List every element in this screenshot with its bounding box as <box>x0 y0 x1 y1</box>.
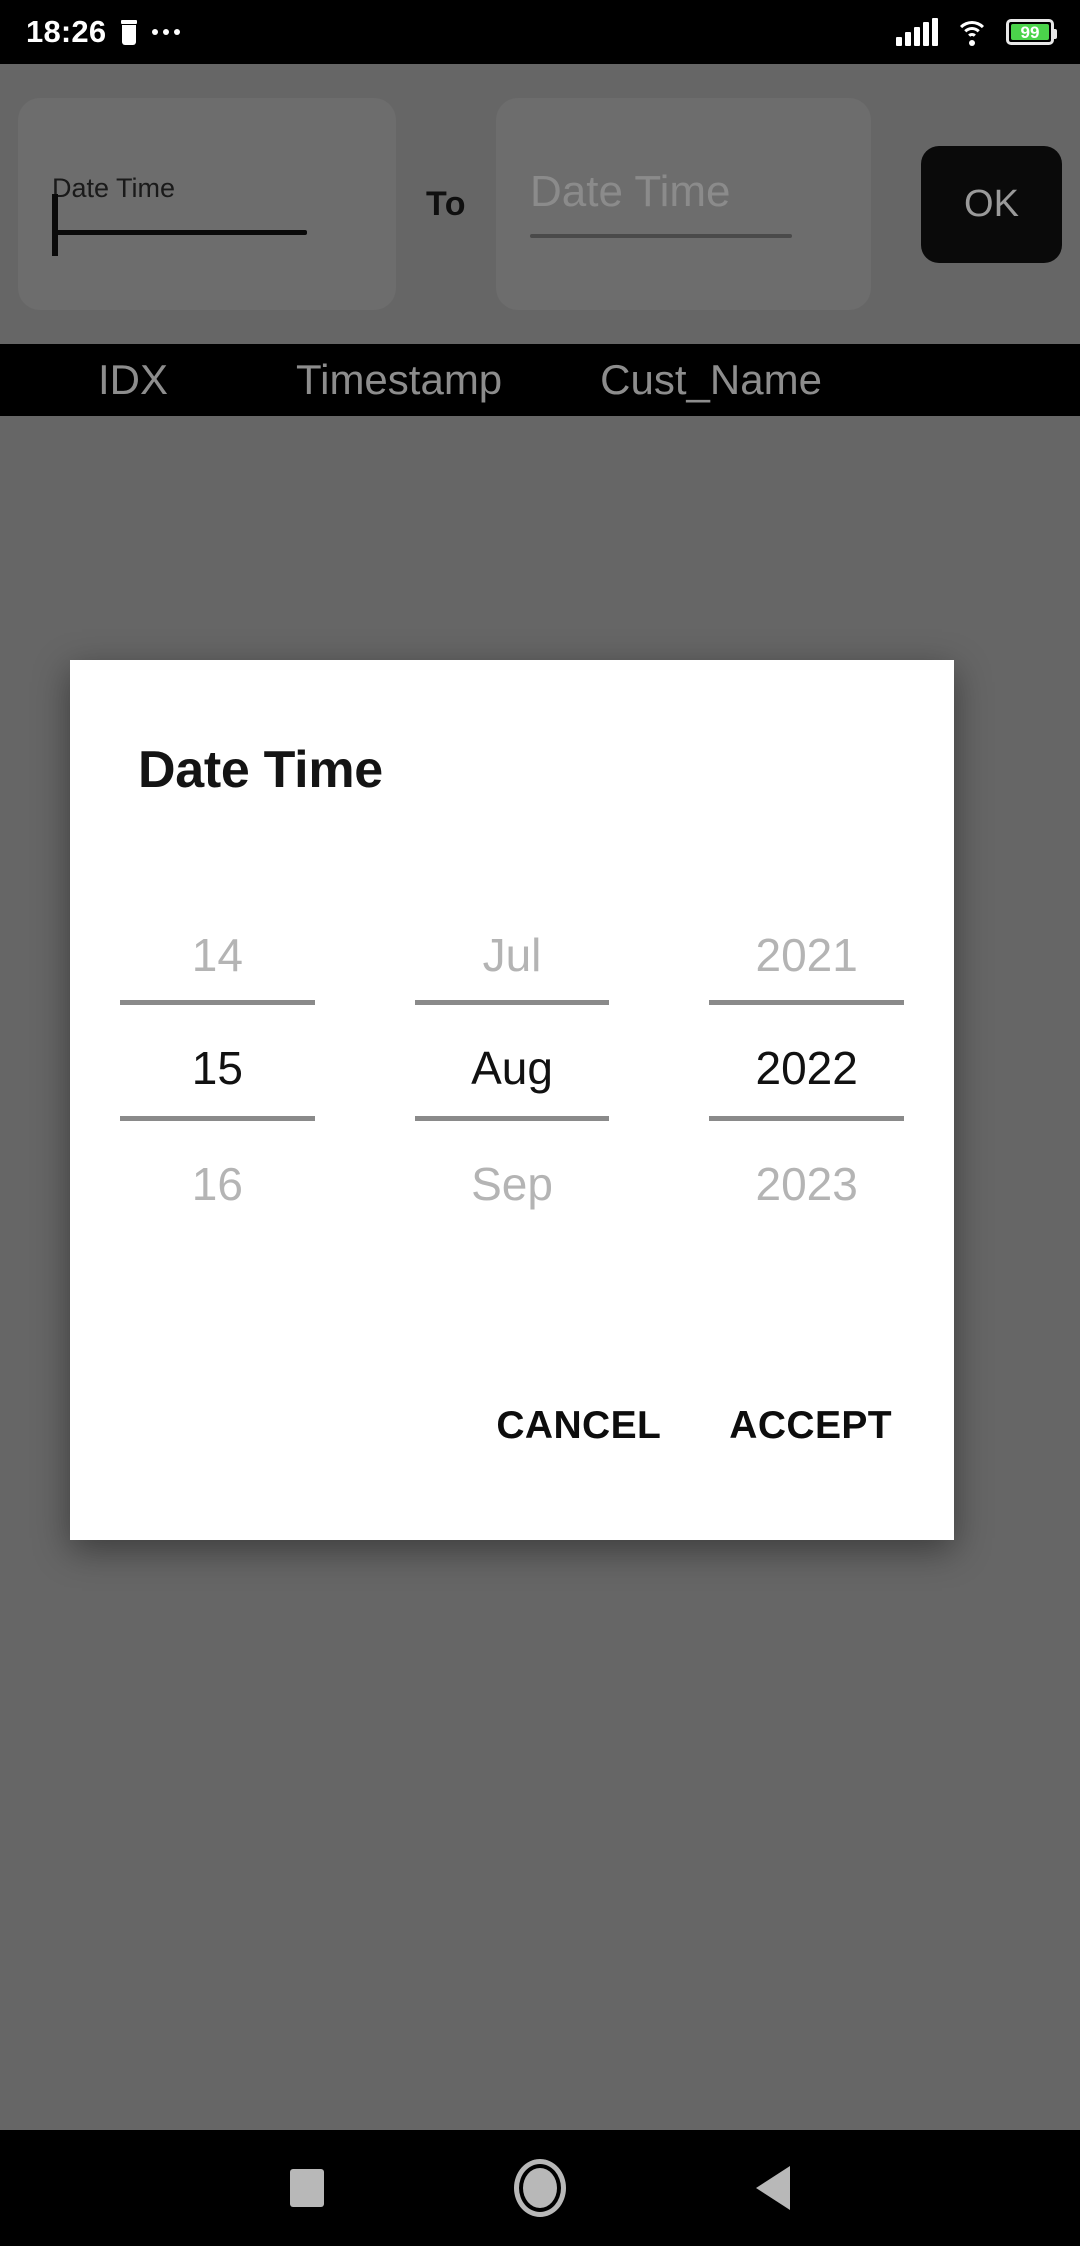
year-selected-value[interactable]: 2022 <box>659 1045 954 1091</box>
date-picker-wheels: 14 15 16 Jul Aug Sep 2021 2022 2023 <box>70 922 954 1252</box>
dialog-title: Date Time <box>138 741 383 799</box>
year-divider-top <box>709 1000 904 1005</box>
column-header-cust-name[interactable]: Cust_Name <box>600 356 822 404</box>
range-separator-label: To <box>426 184 467 223</box>
day-picker-column[interactable]: 14 15 16 <box>70 922 365 1252</box>
year-next-value[interactable]: 2023 <box>659 1161 954 1207</box>
from-date-field-label: Date Time <box>52 173 176 203</box>
to-date-field[interactable]: Date Time <box>496 98 872 310</box>
dialog-action-bar: CANCEL ACCEPT <box>496 1404 892 1448</box>
battery-icon: 99 <box>1006 19 1057 45</box>
date-range-filter-bar: Date Time To Date Time OK <box>0 64 1080 344</box>
accept-button[interactable]: ACCEPT <box>729 1404 892 1448</box>
triangle-back-icon[interactable] <box>756 2166 790 2210</box>
status-bar-clock: 18:26 <box>26 14 107 49</box>
from-date-field-underline <box>52 230 307 235</box>
table-header-row: IDX Timestamp Cust_Name <box>0 344 1080 416</box>
cancel-button[interactable]: CANCEL <box>496 1404 661 1448</box>
to-date-field-underline <box>530 234 793 238</box>
more-dots-icon <box>152 29 181 35</box>
circle-home-icon[interactable] <box>514 2159 566 2217</box>
month-picker-column[interactable]: Jul Aug Sep <box>365 922 660 1252</box>
column-header-timestamp[interactable]: Timestamp <box>296 356 502 404</box>
trash-icon <box>119 19 139 45</box>
date-time-picker-dialog: Date Time 14 15 16 Jul Aug Sep 2021 2022 <box>70 660 954 1540</box>
text-caret <box>52 194 58 256</box>
day-divider-bottom <box>120 1116 315 1121</box>
square-recents-icon[interactable] <box>290 2169 324 2207</box>
battery-level-label: 99 <box>1020 22 1040 42</box>
ok-button[interactable]: OK <box>921 145 1062 263</box>
day-selected-value[interactable]: 15 <box>70 1045 365 1091</box>
month-next-value[interactable]: Sep <box>365 1161 660 1207</box>
month-previous-value[interactable]: Jul <box>365 932 660 978</box>
day-next-value[interactable]: 16 <box>70 1161 365 1207</box>
day-previous-value[interactable]: 14 <box>70 932 365 978</box>
month-divider-bottom <box>414 1116 610 1121</box>
to-date-field-placeholder: Date Time <box>530 167 731 216</box>
column-header-idx[interactable]: IDX <box>98 356 168 404</box>
year-picker-column[interactable]: 2021 2022 2023 <box>659 922 954 1252</box>
status-bar-right: 99 <box>896 18 1057 46</box>
signal-bars-icon <box>896 18 938 46</box>
status-bar-left: 18:26 <box>26 14 181 50</box>
status-bar: 18:26 99 <box>0 0 1080 64</box>
wifi-icon <box>955 19 989 46</box>
android-navigation-bar <box>0 2130 1080 2246</box>
year-divider-bottom <box>709 1116 904 1121</box>
month-selected-value[interactable]: Aug <box>365 1045 660 1091</box>
day-divider-top <box>120 1000 315 1005</box>
month-divider-top <box>414 1000 610 1005</box>
phone-screen: 18:26 99 Date Time To Date Time OK IDX T… <box>0 0 1080 2246</box>
from-date-field[interactable]: Date Time <box>18 98 396 310</box>
year-previous-value[interactable]: 2021 <box>659 932 954 978</box>
